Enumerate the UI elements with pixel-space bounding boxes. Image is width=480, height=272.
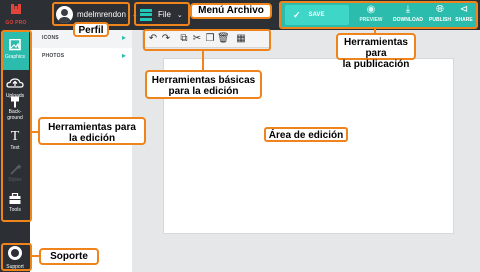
logo-mark-icon <box>11 4 21 14</box>
logo-text: GO PRO <box>5 20 27 26</box>
annotation-soporte: Soporte <box>39 248 99 265</box>
panel-row-photos[interactable]: PHOTOS ▸ <box>30 48 132 66</box>
publish-tools-highlight <box>279 1 478 29</box>
annotation-menu-archivo: Menú Archivo <box>190 3 272 19</box>
editing-toolbar-highlight <box>143 29 271 51</box>
panel-row-label: ICONS <box>42 35 59 41</box>
leader-line <box>202 51 204 70</box>
annotation-herramientas-basicas: Herramientas básicas para la edición <box>145 70 262 99</box>
chevron-right-icon: ▸ <box>121 51 126 60</box>
asset-panel: ICONS ▸ PHOTOS ▸ <box>30 30 132 272</box>
editing-tools-highlight <box>1 30 32 222</box>
chevron-right-icon: ▸ <box>121 33 126 42</box>
app-logo[interactable]: GO PRO <box>4 1 28 28</box>
annotation-herramientas-publicacion: Herramientas para la publicación <box>336 33 416 70</box>
support-highlight <box>1 243 32 271</box>
annotation-herramientas-edicion: Herramientas para la edición <box>38 117 146 145</box>
panel-row-label: PHOTOS <box>42 53 65 59</box>
annotation-perfil: Perfil <box>73 22 109 37</box>
leader-line <box>32 255 39 257</box>
file-menu-highlight <box>134 2 190 26</box>
annotation-area-edicion: Área de edición <box>264 127 348 142</box>
